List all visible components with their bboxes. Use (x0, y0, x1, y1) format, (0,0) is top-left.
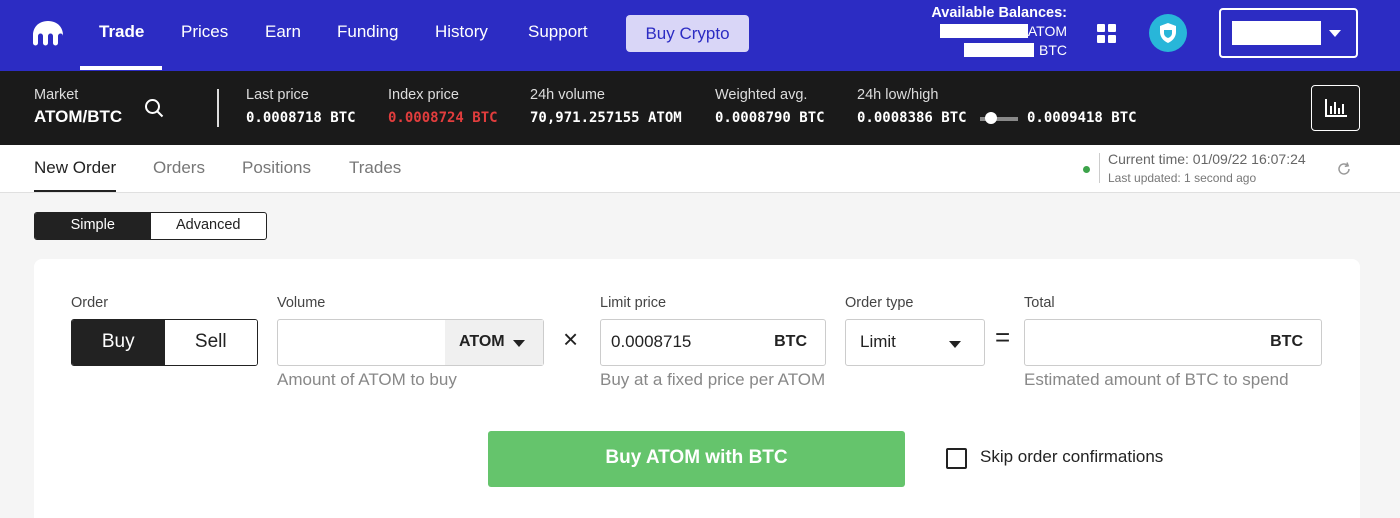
last-price-value: 0.0008718 BTC (246, 110, 356, 126)
multiply-sign: × (563, 324, 579, 354)
balances-title: Available Balances: (931, 5, 1067, 21)
top-nav: Trade Prices Earn Funding History Suppor… (0, 0, 1400, 71)
volume-label: Volume (277, 295, 326, 311)
volume-24h-value: 70,971.257155 ATOM (530, 110, 682, 126)
limit-price-unit: BTC (774, 333, 807, 350)
low-value: 0.0008386 BTC (857, 110, 967, 126)
chevron-down-icon (513, 340, 525, 347)
index-price-value: 0.0008724 BTC (388, 110, 498, 126)
balance-atom-unit: ATOM (1027, 23, 1067, 39)
balance-atom-mask (939, 24, 1028, 38)
nav-support[interactable]: Support (528, 0, 588, 71)
volume-24h-label: 24h volume (530, 87, 605, 103)
mode-simple-button[interactable]: Simple (35, 213, 151, 239)
nav-trade[interactable]: Trade (99, 0, 144, 71)
tab-new-order[interactable]: New Order (34, 158, 116, 178)
market-bar: Market ATOM/BTC Last price 0.0008718 BTC… (0, 71, 1400, 145)
order-type-label: Order type (845, 295, 914, 311)
skip-confirmations-label[interactable]: Skip order confirmations (980, 447, 1163, 467)
volume-input[interactable]: ATOM (277, 319, 544, 366)
equals-sign: = (995, 322, 1011, 352)
total-hint: Estimated amount of BTC to spend (1024, 370, 1289, 389)
buy-button[interactable]: Buy (72, 320, 165, 365)
last-price-label: Last price (246, 87, 309, 103)
kraken-logo-icon[interactable] (32, 20, 64, 46)
weighted-avg-label: Weighted avg. (715, 87, 808, 103)
nav-active-indicator (80, 66, 162, 70)
order-side-label: Order (71, 295, 109, 311)
mode-advanced-button[interactable]: Advanced (151, 213, 267, 239)
skip-confirmations-checkbox[interactable] (946, 448, 967, 469)
search-icon[interactable] (144, 98, 164, 118)
limit-price-input[interactable]: 0.0008715 BTC (600, 319, 826, 366)
nav-history[interactable]: History (435, 0, 488, 71)
buy-crypto-button[interactable]: Buy Crypto (626, 15, 749, 52)
order-mode-toggle: Simple Advanced (34, 212, 267, 240)
volume-hint: Amount of ATOM to buy (277, 370, 457, 389)
refresh-icon[interactable] (1336, 161, 1352, 177)
sell-button[interactable]: Sell (164, 320, 257, 365)
nav-funding[interactable]: Funding (337, 0, 398, 71)
current-time: Current time: 01/09/22 16:07:24 (1108, 151, 1306, 167)
chart-toggle-button[interactable] (1311, 85, 1360, 131)
tab-trades[interactable]: Trades (349, 158, 401, 178)
buy-sell-toggle: Buy Sell (71, 319, 258, 366)
submit-order-button[interactable]: Buy ATOM with BTC (488, 431, 905, 487)
market-divider (217, 89, 219, 127)
high-value: 0.0009418 BTC (1027, 110, 1137, 126)
total-label: Total (1024, 295, 1055, 311)
nav-earn[interactable]: Earn (265, 0, 301, 71)
status-divider (1099, 153, 1100, 183)
account-menu-button[interactable] (1219, 8, 1358, 58)
lowhigh-label: 24h low/high (857, 87, 939, 103)
bar-chart-icon (1324, 99, 1347, 117)
limit-price-value: 0.0008715 (611, 332, 692, 351)
volume-unit-label: ATOM (459, 333, 505, 350)
order-type-value: Limit (860, 332, 896, 351)
limit-price-label: Limit price (600, 295, 667, 311)
tab-positions[interactable]: Positions (242, 158, 311, 178)
tab-orders[interactable]: Orders (153, 158, 205, 178)
order-type-select[interactable]: Limit (845, 319, 985, 366)
apps-grid-icon[interactable] (1097, 24, 1117, 44)
lowhigh-range-knob (985, 112, 997, 124)
account-name-mask (1232, 21, 1321, 45)
order-tabs-bar: New Order Orders Positions Trades Curren… (0, 145, 1400, 193)
last-updated: Last updated: 1 second ago (1108, 171, 1257, 185)
connection-status-dot (1083, 166, 1090, 173)
tab-active-indicator (34, 190, 116, 192)
total-unit: BTC (1270, 333, 1303, 350)
weighted-avg-value: 0.0008790 BTC (715, 110, 825, 126)
market-pair[interactable]: ATOM/BTC (34, 107, 122, 127)
limit-price-hint: Buy at a fixed price per ATOM (600, 370, 826, 389)
market-label: Market (34, 87, 79, 103)
index-price-label: Index price (388, 87, 459, 103)
security-button[interactable] (1149, 14, 1187, 52)
balance-btc: BTC (964, 42, 1067, 58)
balance-atom: ATOM (939, 23, 1067, 39)
chevron-down-icon (949, 341, 961, 348)
balance-btc-unit: BTC (1039, 42, 1067, 58)
nav-prices[interactable]: Prices (181, 0, 228, 71)
total-input[interactable]: BTC (1024, 319, 1322, 366)
chevron-down-icon (1329, 30, 1341, 37)
volume-unit-select[interactable]: ATOM (445, 320, 543, 365)
balance-btc-mask (964, 43, 1034, 57)
shield-icon (1160, 23, 1176, 43)
